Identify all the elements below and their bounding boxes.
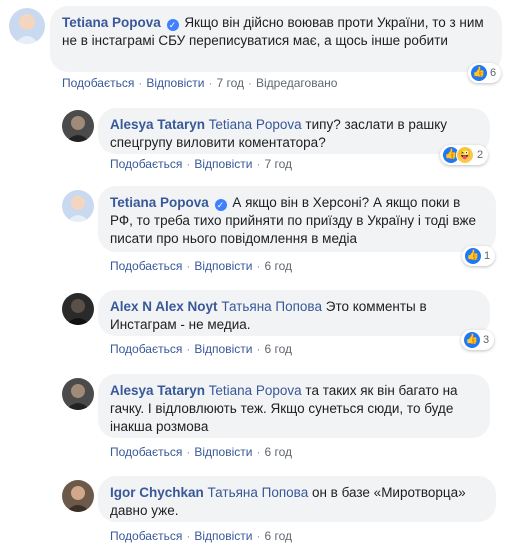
like-link[interactable]: Подобається bbox=[110, 445, 182, 459]
like-link[interactable]: Подобається bbox=[110, 342, 182, 356]
comment-actions: Подобається · Відповісти · 7 год bbox=[110, 157, 292, 171]
timestamp[interactable]: 7 год bbox=[264, 157, 292, 171]
mention-link[interactable]: Tetiana Popova bbox=[209, 383, 302, 398]
haha-reaction-icon: 😜 bbox=[456, 146, 474, 164]
avatar[interactable] bbox=[62, 480, 94, 512]
reply-link[interactable]: Відповісти bbox=[194, 529, 252, 543]
reactions-count[interactable]: 👍 6 bbox=[468, 63, 502, 83]
comment-author[interactable]: Alesya Tataryn bbox=[110, 383, 205, 398]
reply-link[interactable]: Відповісти bbox=[194, 259, 252, 273]
mention-link[interactable]: Татьяна Попова bbox=[221, 299, 322, 314]
reactions-count[interactable]: 👍 😜 2 bbox=[440, 145, 489, 165]
comment-actions: Подобається · Відповісти · 6 год bbox=[110, 259, 292, 273]
avatar[interactable] bbox=[62, 190, 94, 222]
comment-actions: Подобається · Відповісти · 7 год · Відредагова… bbox=[62, 76, 338, 90]
comment-author[interactable]: Alesya Tataryn bbox=[110, 117, 205, 132]
comment-bubble: Igor Chychkan Татьяна Попова он в базе «… bbox=[98, 476, 496, 522]
avatar[interactable] bbox=[9, 8, 45, 44]
like-link[interactable]: Подобається bbox=[110, 529, 182, 543]
avatar[interactable] bbox=[62, 110, 94, 142]
reply-link[interactable]: Відповісти bbox=[146, 76, 204, 90]
mention-link[interactable]: Tetiana Popova bbox=[209, 117, 302, 132]
like-reaction-icon: 👍 bbox=[471, 65, 487, 81]
verified-badge-icon: ✓ bbox=[214, 199, 227, 211]
like-link[interactable]: Подобається bbox=[110, 259, 182, 273]
comment-author[interactable]: Igor Chychkan bbox=[110, 485, 204, 500]
comment-bubble: Tetiana Popova ✓ Якщо він дійсно воював … bbox=[50, 6, 502, 72]
like-link[interactable]: Подобається bbox=[110, 157, 182, 171]
avatar[interactable] bbox=[62, 293, 94, 325]
like-reaction-icon: 👍 bbox=[465, 248, 481, 264]
edited-label[interactable]: Відредаговано bbox=[256, 76, 337, 90]
comment-actions: Подобається · Відповісти · 6 год bbox=[110, 342, 292, 356]
comment-actions: Подобається · Відповісти · 6 год bbox=[110, 529, 292, 543]
reply-link[interactable]: Відповісти bbox=[194, 342, 252, 356]
comment-bubble: Alesya Tataryn Tetiana Popova типу? засл… bbox=[98, 108, 490, 154]
comment-author[interactable]: Alex N Alex Noyt bbox=[110, 299, 218, 314]
like-reaction-icon: 👍 bbox=[464, 332, 480, 348]
comment-actions: Подобається · Відповісти · 6 год bbox=[110, 445, 292, 459]
comment-author[interactable]: Tetiana Popova bbox=[110, 195, 209, 210]
mention-link[interactable]: Татьяна Попова bbox=[208, 485, 309, 500]
comment-bubble: Alex N Alex Noyt Татьяна Попова Это комм… bbox=[98, 290, 490, 336]
like-link[interactable]: Подобається bbox=[62, 76, 134, 90]
reply-link[interactable]: Відповісти bbox=[194, 157, 252, 171]
timestamp[interactable]: 6 год bbox=[264, 529, 292, 543]
avatar[interactable] bbox=[62, 378, 94, 410]
comment-author[interactable]: Tetiana Popova bbox=[62, 15, 161, 30]
verified-badge-icon: ✓ bbox=[166, 19, 179, 31]
timestamp[interactable]: 7 год bbox=[216, 76, 244, 90]
timestamp[interactable]: 6 год bbox=[264, 445, 292, 459]
timestamp[interactable]: 6 год bbox=[264, 259, 292, 273]
comment-bubble: Tetiana Popova ✓ А якщо він в Херсоні? А… bbox=[98, 186, 496, 252]
reactions-count[interactable]: 👍 3 bbox=[461, 330, 495, 350]
reply-link[interactable]: Відповісти bbox=[194, 445, 252, 459]
comment-bubble: Alesya Tataryn Tetiana Popova та таких я… bbox=[98, 374, 490, 438]
reactions-count[interactable]: 👍 1 bbox=[462, 246, 496, 266]
timestamp[interactable]: 6 год bbox=[264, 342, 292, 356]
